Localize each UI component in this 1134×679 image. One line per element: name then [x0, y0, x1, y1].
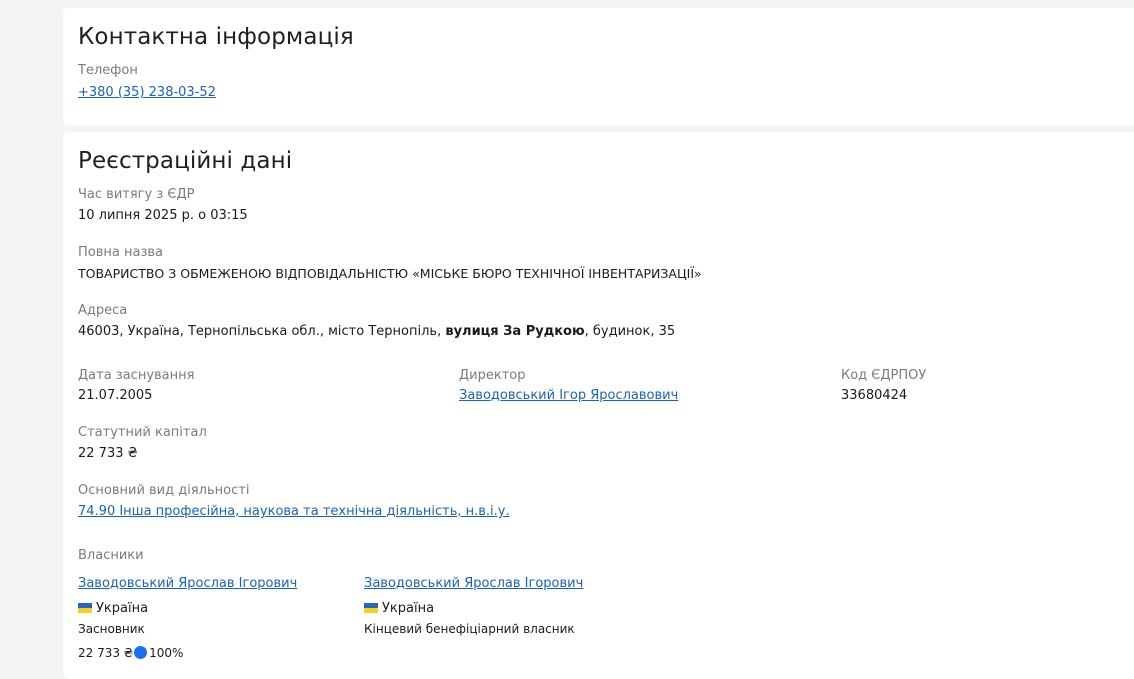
extract-time-value: 10 липня 2025 р. о 03:15 [78, 208, 248, 223]
owner-country-label: Україна [96, 601, 149, 616]
contact-info-card: Контактна інформація Телефон +380 (35) 2… [63, 8, 1134, 125]
ukraine-flag-icon [364, 603, 378, 613]
address-label: Адреса [78, 303, 128, 318]
owner-share-amount: 22 733 ₴ [78, 646, 134, 660]
address-street: вулиця За Рудкою [445, 324, 585, 339]
director-link[interactable]: Заводовський Ігор Ярославович [459, 388, 678, 403]
capital-value: 22 733 ₴ [78, 446, 138, 461]
owner-country: Україна [78, 601, 148, 616]
director-label: Директор [459, 368, 526, 383]
founded-value: 21.07.2005 [78, 388, 153, 403]
owner-country: Україна [364, 601, 434, 616]
founded-label: Дата заснування [78, 368, 195, 383]
full-name-value: ТОВАРИСТВО З ОБМЕЖЕНОЮ ВІДПОВІДАЛЬНІСТЮ … [78, 266, 702, 281]
owner-role: Кінцевий бенефіціарний власник [364, 622, 575, 636]
edrpou-value: 33680424 [841, 388, 908, 403]
activity-label: Основний вид діяльності [78, 483, 250, 498]
registration-title: Реєстраційні дані [78, 148, 293, 174]
owner-role: Засновник [78, 622, 145, 636]
share-dot-icon [134, 646, 148, 659]
owner-name-link[interactable]: Заводовський Ярослав Ігорович [364, 576, 583, 591]
edrpou-label: Код ЄДРПОУ [841, 368, 927, 383]
full-name-label: Повна назва [78, 245, 163, 260]
address-suffix: , будинок, 35 [584, 324, 676, 339]
ukraine-flag-icon [78, 603, 92, 613]
phone-label: Телефон [78, 63, 138, 78]
address-prefix: 46003, Україна, Тернопільська обл., міст… [78, 324, 446, 339]
owner-name-link[interactable]: Заводовський Ярослав Ігорович [78, 576, 297, 591]
capital-label: Статутний капітал [78, 425, 207, 440]
phone-link[interactable]: +380 (35) 238-03-52 [78, 85, 216, 100]
contact-info-title: Контактна інформація [78, 24, 354, 50]
extract-time-label: Час витягу з ЄДР [78, 187, 195, 202]
owner-share: 22 733 ₴ 100% [78, 646, 183, 660]
owners-label: Власники [78, 548, 144, 563]
registration-card: Реєстраційні дані Час витягу з ЄДР 10 ли… [63, 132, 1134, 679]
owner-share-percent: 100% [149, 646, 184, 660]
address-value: 46003, Україна, Тернопільська обл., міст… [78, 324, 675, 339]
activity-link[interactable]: 74.90 Інша професійна, наукова та техніч… [78, 504, 510, 519]
owner-country-label: Україна [382, 601, 435, 616]
